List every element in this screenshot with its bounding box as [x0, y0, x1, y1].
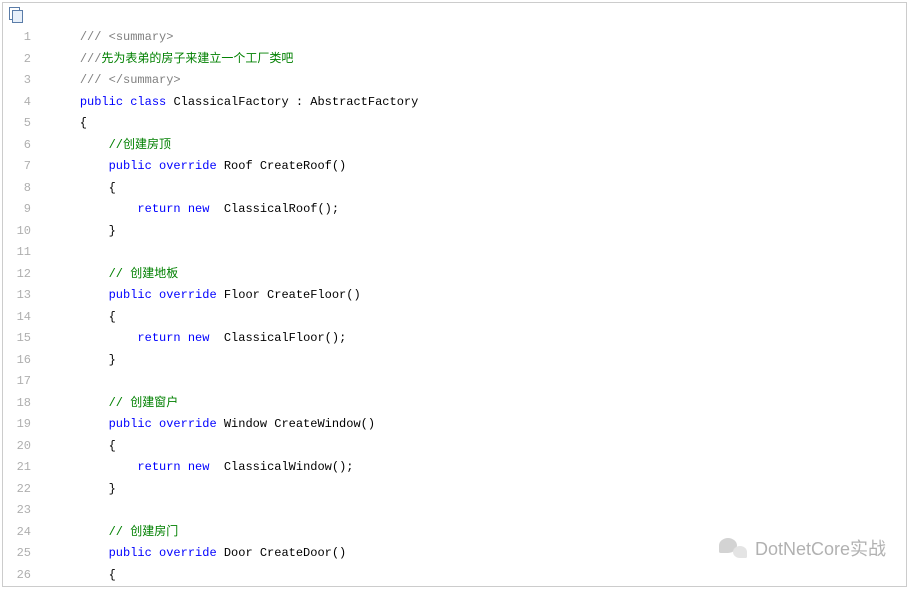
line-number: 18	[3, 393, 31, 415]
code-line: //创建房顶	[51, 135, 906, 157]
code-line: /// </summary>	[51, 70, 906, 92]
line-number: 3	[3, 70, 31, 92]
line-number: 24	[3, 522, 31, 544]
code-line	[51, 242, 906, 264]
code-line: return new ClassicalRoof();	[51, 199, 906, 221]
code-line: {	[51, 178, 906, 200]
line-number: 21	[3, 457, 31, 479]
line-number: 13	[3, 285, 31, 307]
line-number: 16	[3, 350, 31, 372]
code-line: public override Window CreateWindow()	[51, 414, 906, 436]
line-number-gutter: 1234567891011121314151617181920212223242…	[3, 27, 41, 586]
line-number: 14	[3, 307, 31, 329]
line-number: 7	[3, 156, 31, 178]
code-line: }	[51, 350, 906, 372]
code-line: return new ClassicalWindow();	[51, 457, 906, 479]
line-number: 17	[3, 371, 31, 393]
line-number: 9	[3, 199, 31, 221]
code-line: ///先为表弟的房子来建立一个工厂类吧	[51, 49, 906, 71]
line-number: 4	[3, 92, 31, 114]
line-number: 23	[3, 500, 31, 522]
code-area: 1234567891011121314151617181920212223242…	[3, 25, 906, 586]
code-line: }	[51, 479, 906, 501]
code-block: 1234567891011121314151617181920212223242…	[2, 2, 907, 587]
code-line: public class ClassicalFactory : Abstract…	[51, 92, 906, 114]
line-number: 1	[3, 27, 31, 49]
code-content: /// <summary> ///先为表弟的房子来建立一个工厂类吧 /// </…	[41, 27, 906, 586]
code-line	[51, 371, 906, 393]
code-line	[51, 500, 906, 522]
watermark-text: DotNetCore实战	[755, 535, 886, 561]
wechat-icon	[719, 536, 747, 560]
line-number: 25	[3, 543, 31, 565]
code-toolbar	[3, 3, 906, 25]
line-number: 11	[3, 242, 31, 264]
code-line: return new ClassicalFloor();	[51, 328, 906, 350]
watermark: DotNetCore实战	[719, 535, 886, 561]
line-number: 19	[3, 414, 31, 436]
code-line: /// <summary>	[51, 27, 906, 49]
line-number: 8	[3, 178, 31, 200]
code-line: {	[51, 113, 906, 135]
line-number: 5	[3, 113, 31, 135]
line-number: 15	[3, 328, 31, 350]
code-line: public override Roof CreateRoof()	[51, 156, 906, 178]
code-line: public override Floor CreateFloor()	[51, 285, 906, 307]
code-line: {	[51, 307, 906, 329]
line-number: 26	[3, 565, 31, 587]
copy-icon[interactable]	[9, 7, 23, 21]
code-line: // 创建窗户	[51, 393, 906, 415]
code-line: {	[51, 565, 906, 587]
line-number: 22	[3, 479, 31, 501]
line-number: 12	[3, 264, 31, 286]
code-line: {	[51, 436, 906, 458]
code-line: // 创建地板	[51, 264, 906, 286]
code-line: }	[51, 221, 906, 243]
line-number: 20	[3, 436, 31, 458]
line-number: 6	[3, 135, 31, 157]
line-number: 10	[3, 221, 31, 243]
line-number: 2	[3, 49, 31, 71]
